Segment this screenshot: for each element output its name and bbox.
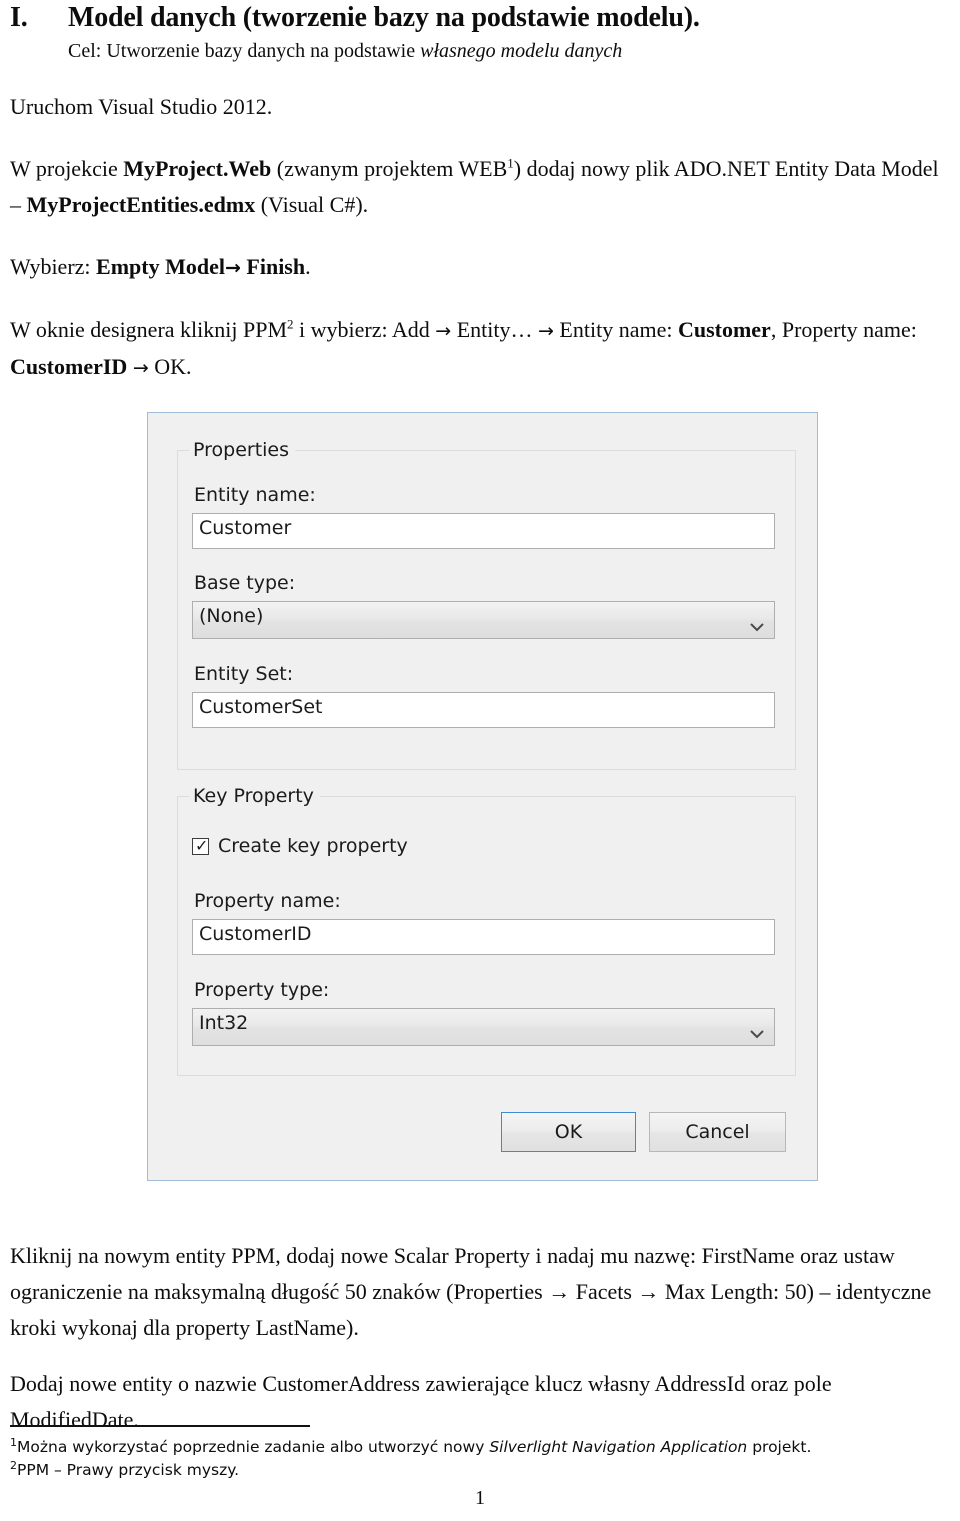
p2-text-1: W projekcie [10, 156, 124, 181]
paragraph-projekt: W projekcie MyProject.Web (zwanym projek… [10, 151, 950, 223]
entity-set-input[interactable]: CustomerSet [192, 692, 775, 728]
paragraph-uruchom: Uruchom Visual Studio 2012. [10, 89, 950, 125]
p3-text-1: Wybierz: [10, 254, 97, 279]
page-number: 1 [475, 1487, 485, 1509]
footnote-area: 1Można wykorzystać poprzednie zadanie al… [10, 1425, 950, 1482]
p4-text-6: OK. [148, 354, 192, 379]
arrow-icon: → [538, 320, 554, 342]
add-entity-dialog: Properties Entity name: Customer Base ty… [147, 412, 818, 1181]
p2-text-4: (Visual C#). [255, 192, 369, 217]
p2-bold-edmx: MyProjectEntities.edmx [26, 192, 256, 217]
ok-button[interactable]: OK [501, 1112, 636, 1152]
chevron-down-icon [750, 1022, 764, 1039]
footnote-1-text-1: Można wykorzystać poprzednie zadanie alb… [17, 1438, 490, 1456]
footnote-1-marker: 1 [10, 1435, 17, 1449]
footnote-separator [10, 1425, 310, 1427]
arrow-icon: → [132, 357, 149, 379]
create-key-property-checkbox-row[interactable]: ✓ Create key property [192, 835, 408, 857]
p4-text-4: Entity name: [553, 317, 678, 342]
entity-name-input[interactable]: Customer [192, 513, 775, 549]
p4-text-2: i wybierz: Add [293, 317, 436, 342]
property-type-value: Int32 [199, 1012, 249, 1034]
footnote-2: 2PPM – Prawy przycisk myszy. [10, 1459, 950, 1482]
p3-bold-finish: Finish [246, 254, 306, 279]
create-key-property-label: Create key property [218, 835, 408, 857]
paragraph-scalar-property: Kliknij na nowym entity PPM, dodaj nowe … [10, 1238, 955, 1346]
p4-bold-customer: Customer [677, 317, 771, 342]
footnote-1-text-2: projekt. [747, 1438, 812, 1456]
p4-bold-customerid: CustomerID [10, 354, 128, 379]
base-type-label: Base type: [194, 572, 296, 594]
paragraph-text: Kliknij na nowym entity PPM, dodaj nowe … [10, 1243, 932, 1340]
p4-text-5: , Property name: [770, 317, 917, 342]
property-type-label: Property type: [194, 979, 330, 1001]
heading-subtitle: Cel: Utworzenie bazy danych na podstawie… [68, 40, 950, 63]
p4-text-1: W oknie designera kliknij PPM [10, 317, 288, 342]
heading-number: I. [10, 2, 28, 33]
property-type-dropdown[interactable]: Int32 [192, 1008, 775, 1046]
entity-dialog-screenshot: Properties Entity name: Customer Base ty… [147, 412, 818, 1181]
properties-group-title: Properties [189, 439, 296, 461]
check-mark-icon: ✓ [195, 835, 209, 855]
base-type-value: (None) [199, 605, 264, 627]
p4-text-3: Entity… [451, 317, 538, 342]
base-type-dropdown[interactable]: (None) [192, 601, 775, 639]
p3-bold-empty-model: Empty Model [96, 254, 225, 279]
properties-group: Properties Entity name: Customer Base ty… [177, 439, 796, 770]
cancel-button[interactable]: Cancel [649, 1112, 786, 1152]
footnote-2-marker: 2 [10, 1458, 17, 1472]
p2-bold-myproject-web: MyProject.Web [123, 156, 272, 181]
paragraph-wybierz: Wybierz: Empty Model→ Finish. [10, 249, 950, 286]
footnote-2-text: PPM – Prawy przycisk myszy. [17, 1461, 240, 1479]
checkbox-icon[interactable]: ✓ [192, 835, 209, 855]
chevron-down-icon [750, 615, 764, 632]
page-title: I. Model danych (tworzenie bazy na podst… [10, 0, 950, 34]
property-name-input[interactable]: CustomerID [192, 919, 775, 955]
p2-text-2: (zwanym projektem WEB [271, 156, 508, 181]
arrow-icon: → [435, 320, 452, 342]
footnote-1: 1Można wykorzystać poprzednie zadanie al… [10, 1436, 950, 1459]
key-property-group-title: Key Property [189, 785, 320, 807]
subtitle-prefix: Cel: Utworzenie bazy danych na podstawie [68, 40, 421, 62]
heading-title: Model danych (tworzenie bazy na podstawi… [68, 2, 700, 33]
subtitle-italic: własnego modelu danych [420, 40, 623, 62]
paragraph-text: Dodaj nowe entity o nazwie CustomerAddre… [10, 1371, 832, 1432]
entity-name-label: Entity name: [194, 484, 316, 506]
p3-text-2: . [305, 254, 311, 279]
paragraph-text: Uruchom Visual Studio 2012. [10, 94, 273, 119]
arrow-icon: → [224, 257, 241, 279]
footnote-1-italic: Silverlight Navigation Application [489, 1438, 748, 1456]
entity-set-label: Entity Set: [194, 663, 294, 685]
property-name-label: Property name: [194, 890, 341, 912]
paragraph-designer: W oknie designera kliknij PPM2 i wybierz… [10, 312, 950, 386]
key-property-group: Key Property ✓ Create key property Prope… [177, 785, 796, 1076]
document-page: I. Model danych (tworzenie bazy na podst… [0, 0, 960, 1521]
